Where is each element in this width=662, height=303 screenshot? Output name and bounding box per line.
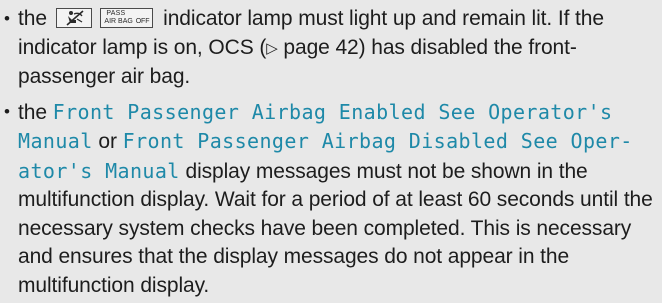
page-reference-arrow-icon: ▷ [266,39,278,57]
passenger-airbag-off-icon [55,8,92,28]
bullet-item-indicator-lamp: • the PASS AIR BAG OFF indicator lamp mu… [4,5,656,92]
pass-label: PASS [106,10,126,17]
bullet-item-display-messages: • the Front Passenger Airbag Enabled See… [4,98,656,301]
manual-page: • the PASS AIR BAG OFF indicator lamp mu… [0,0,662,303]
page-reference-link[interactable]: page 42 [283,36,358,59]
off-label: OFF [135,17,150,25]
bullet-list: • the PASS AIR BAG OFF indicator lamp mu… [4,5,656,300]
pass-airbag-off-indicator-icon: PASS AIR BAG OFF [100,8,154,28]
bullet-marker: • [4,101,10,121]
bullet-lead-text: the [18,100,47,124]
connector-text: or [98,130,117,153]
airbag-label: AIR BAG [104,17,133,25]
bullet-marker: • [4,9,10,28]
bullet-lead-text: the [18,7,47,30]
